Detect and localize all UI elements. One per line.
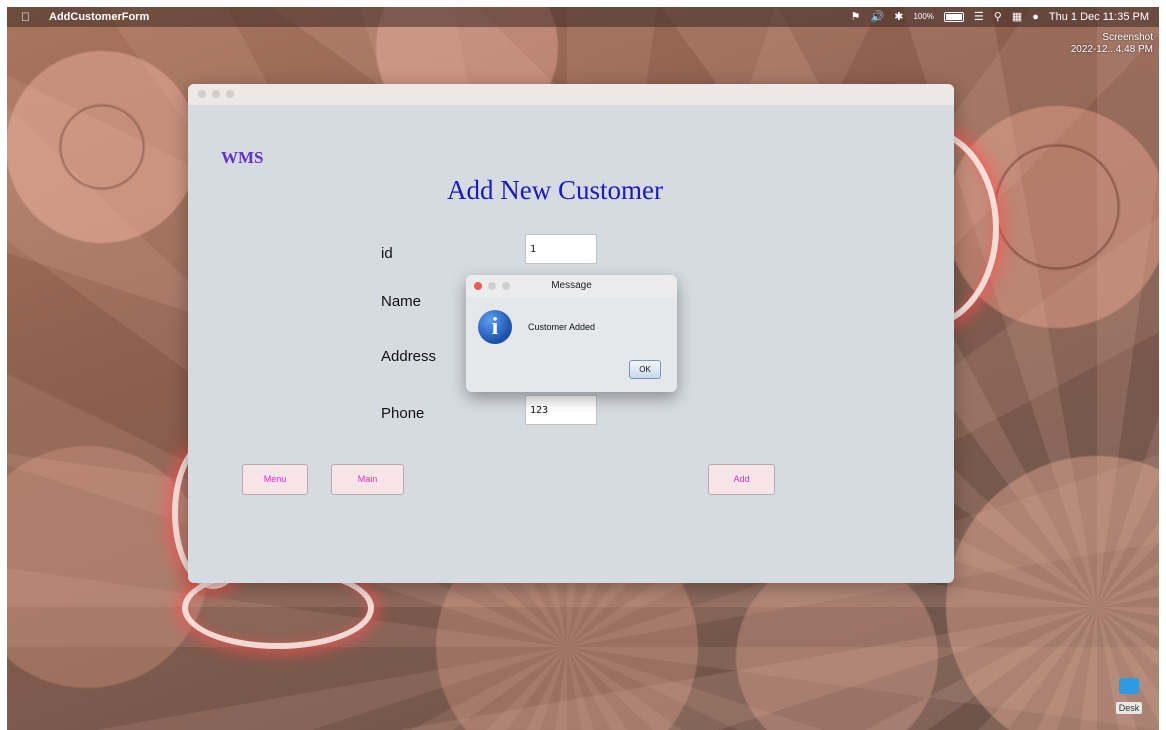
desk-folder[interactable]: Desk: [1109, 678, 1149, 716]
brand-label: WMS: [221, 148, 264, 167]
id-field[interactable]: 1: [525, 234, 597, 264]
ok-button[interactable]: OK: [629, 360, 661, 379]
menu-app-name[interactable]: AddCustomerForm: [49, 7, 149, 27]
add-button[interactable]: Add: [708, 464, 775, 495]
name-label: Name: [381, 293, 422, 310]
main-button[interactable]: Main: [331, 464, 404, 495]
address-label: Address: [381, 348, 437, 365]
menu-clock[interactable]: Thu 1 Dec 11:35 PM: [1049, 7, 1149, 27]
dialog-message: Customer Added: [528, 322, 596, 332]
apple-icon[interactable]: : [21, 7, 30, 27]
minimize-button[interactable]: [212, 90, 220, 98]
folder-icon: [1119, 678, 1139, 694]
dialog-zoom-button[interactable]: [502, 282, 510, 290]
phone-label: Phone: [381, 405, 425, 422]
phone-field[interactable]: 123: [525, 395, 597, 425]
dialog-close-button[interactable]: [474, 282, 482, 290]
window-titlebar[interactable]: [188, 84, 954, 105]
search-icon[interactable]: ⚲: [994, 7, 1002, 27]
screenshot-file-icon[interactable]: Screenshot 2022-12...4.48 PM: [1071, 32, 1153, 56]
dialog-minimize-button[interactable]: [488, 282, 496, 290]
volume-icon[interactable]: 🔊: [871, 7, 885, 27]
message-dialog: Message i Customer Added OK: [466, 275, 677, 392]
app-status-icon[interactable]: ⚑: [851, 7, 861, 27]
id-label: id: [381, 245, 393, 262]
status-area: ⚑ 🔊 ✱ 100% ☰ ⚲ ▦ ● Thu 1 Dec 11:35 PM: [851, 7, 1149, 27]
page-title: Add New Customer: [447, 175, 663, 205]
battery-percent: 100%: [913, 12, 934, 21]
dialog-titlebar[interactable]: Message: [466, 275, 677, 297]
menu-button[interactable]: Menu: [242, 464, 308, 495]
screenshot-label-line1: Screenshot: [1102, 32, 1153, 43]
screenshot-label-line2: 2022-12...4.48 PM: [1070, 44, 1153, 55]
wifi-icon[interactable]: ☰: [974, 7, 984, 27]
close-button[interactable]: [198, 90, 206, 98]
menu-bar:  AddCustomerForm ⚑ 🔊 ✱ 100% ☰ ⚲ ▦ ● Thu…: [7, 7, 1159, 27]
info-icon: i: [478, 310, 512, 344]
battery-icon[interactable]: [943, 12, 964, 22]
bluetooth-icon[interactable]: ✱: [894, 7, 903, 27]
dialog-title: Message: [551, 280, 592, 291]
desk-folder-label: Desk: [1115, 702, 1143, 714]
siri-icon[interactable]: ●: [1032, 7, 1039, 27]
zoom-button[interactable]: [226, 90, 234, 98]
control-center-icon[interactable]: ▦: [1012, 7, 1022, 27]
